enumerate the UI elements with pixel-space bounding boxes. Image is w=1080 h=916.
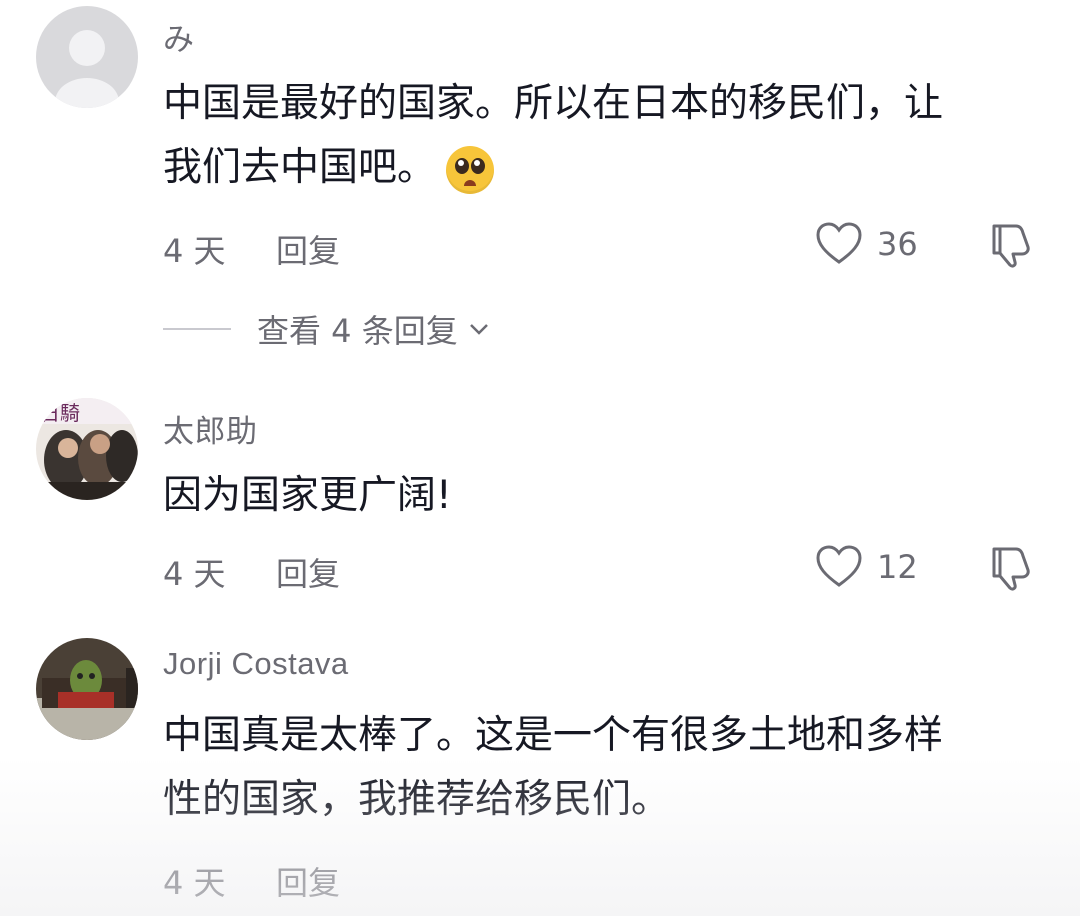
- thumbs-down-icon: [992, 224, 1030, 268]
- comment-time: 4 天: [163, 864, 226, 902]
- comment-time: 4 天: [163, 555, 226, 593]
- reply-button[interactable]: 回复: [276, 226, 340, 272]
- comment-username[interactable]: み: [163, 14, 195, 59]
- comment-text: 因为国家更广阔!: [163, 464, 1043, 528]
- heart-icon: [816, 222, 862, 264]
- comment-text-line: 因为国家更广阔!: [163, 473, 452, 518]
- comment-text-line: 性的国家，我推荐给移民们。: [163, 777, 671, 822]
- svg-text:日騎: 日騎: [40, 401, 80, 425]
- like-count: 36: [877, 225, 918, 263]
- divider: [163, 328, 231, 330]
- avatar-default[interactable]: [36, 6, 138, 108]
- view-replies-label: 查看 4 条回复: [257, 312, 458, 350]
- thumbs-down-icon: [992, 547, 1030, 591]
- comment-text-line: 中国是最好的国家。所以在日本的移民们，让: [163, 81, 944, 126]
- reply-button[interactable]: 回复: [276, 858, 340, 904]
- avatar-photo[interactable]: 日騎: [36, 398, 138, 500]
- comment-text: 中国真是太棒了。这是一个有很多土地和多样 性的国家，我推荐给移民们。: [163, 704, 1043, 832]
- chevron-down-icon: [469, 324, 488, 335]
- reply-button[interactable]: 回复: [276, 549, 340, 595]
- comment-text-line: 中国真是太棒了。这是一个有很多土地和多样: [163, 713, 944, 758]
- like-button[interactable]: 36: [815, 222, 918, 266]
- like-count: 12: [877, 548, 918, 586]
- avatar-photo[interactable]: [36, 638, 138, 740]
- comment-text: 中国是最好的国家。所以在日本的移民们，让 我们去中国吧。: [163, 72, 1043, 200]
- comment-time: 4 天: [163, 232, 226, 270]
- view-replies-button[interactable]: 查看 4 条回复: [163, 306, 492, 352]
- comment-text-line: 我们去中国吧。: [163, 145, 437, 190]
- dislike-button[interactable]: [986, 220, 1034, 272]
- comment-username[interactable]: Jorji Costava: [163, 646, 349, 682]
- like-button[interactable]: 12: [815, 545, 918, 589]
- comment-username[interactable]: 太郎助: [163, 406, 258, 451]
- comment-text-line-with-emoji: 我们去中国吧。: [163, 136, 1043, 200]
- heart-icon: [816, 545, 862, 587]
- pleading-face-emoji: [446, 145, 495, 194]
- dislike-button[interactable]: [986, 543, 1034, 595]
